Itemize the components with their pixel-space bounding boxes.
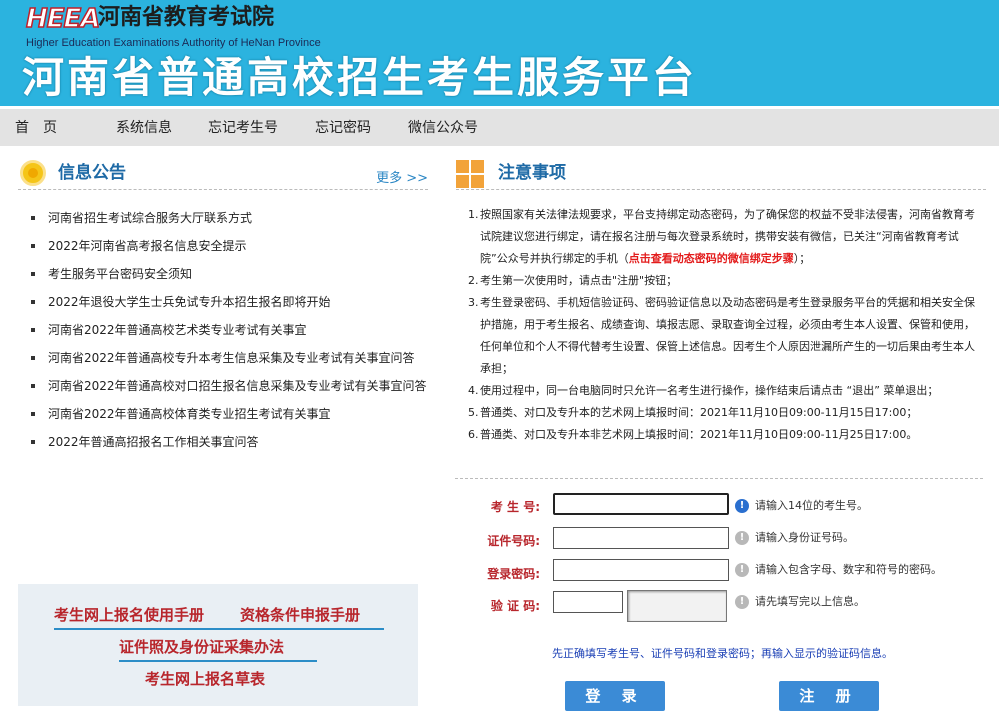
link-underline bbox=[54, 628, 384, 630]
captcha-input[interactable] bbox=[553, 591, 623, 613]
org-name: 河南省教育考试院 bbox=[98, 5, 275, 30]
exam-no-hint: ! 请输入14位的考生号。 bbox=[735, 498, 868, 514]
announcements-title: 信息公告 bbox=[58, 163, 126, 183]
grid-icon bbox=[456, 160, 484, 188]
list-item[interactable]: 河南省2022年普通高校体育类专业招生考试有关事宜 bbox=[18, 400, 428, 428]
org-name-en: Higher Education Examinations Authority … bbox=[26, 37, 321, 49]
sun-icon bbox=[20, 160, 46, 186]
exam-no-input[interactable] bbox=[553, 493, 729, 515]
header-banner: HEEA 河南省教育考试院 Higher Education Examinati… bbox=[0, 0, 999, 106]
notice-item: 6. 普通类、对口及专升本非艺术网上填报时间：2021年11月10日09:00-1… bbox=[468, 428, 918, 441]
captcha-hint: ! 请先填写完以上信息。 bbox=[735, 594, 865, 610]
password-hint: ! 请输入包含字母、数字和符号的密码。 bbox=[735, 562, 942, 578]
id-label: 证件号码: bbox=[487, 534, 540, 548]
logo-text: HEEA bbox=[25, 3, 101, 35]
wechat-binding-steps-link[interactable]: 点击查看动态密码的微信绑定步骤 bbox=[629, 252, 794, 265]
notice-item: 5. 普通类、对口及专升本的艺术网上填报时间：2021年11月10日09:00-1… bbox=[468, 406, 918, 419]
notice-list: 1. 按照国家有关法律法规要求，平台支持绑定动态密码，为了确保您的权益不受非法侵害… bbox=[468, 204, 978, 446]
password-label: 登录密码: bbox=[487, 567, 540, 581]
nav-home[interactable]: 首 页 bbox=[15, 109, 57, 147]
announcement-list: 河南省招生考试综合服务大厅联系方式 2022年河南省高考报名信息安全提示 考生服… bbox=[18, 204, 428, 456]
id-hint: ! 请输入身份证号码。 bbox=[735, 530, 854, 546]
nav-forgot-exam-no[interactable]: 忘记考生号 bbox=[208, 109, 278, 147]
draft-form-link[interactable]: 考生网上报名草表 bbox=[145, 668, 265, 689]
more-link[interactable]: 更多 >> bbox=[376, 167, 428, 186]
main-nav: 首 页 系统信息 忘记考生号 忘记密码 微信公众号 bbox=[0, 108, 999, 146]
list-item[interactable]: 2022年河南省高考报名信息安全提示 bbox=[18, 232, 428, 260]
info-icon: ! bbox=[735, 595, 749, 609]
password-input[interactable] bbox=[553, 559, 729, 581]
notice-item: 4. 使用过程中，同一台电脑同时只允许一名考生进行操作，操作结束后请点击 “退出”… bbox=[468, 384, 939, 397]
login-button[interactable]: 登 录 bbox=[565, 681, 665, 711]
photo-method-link[interactable]: 证件照及身份证采集办法 bbox=[119, 636, 284, 657]
heea-logo: HEEA bbox=[25, 3, 101, 35]
info-icon: ! bbox=[735, 563, 749, 577]
platform-title: 河南省普通高校招生考生服务平台 bbox=[22, 53, 698, 102]
info-icon: ! bbox=[735, 531, 749, 545]
id-number-input[interactable] bbox=[553, 527, 729, 549]
announcements-heading: 信息公告 更多 >> bbox=[18, 158, 428, 190]
form-divider bbox=[455, 478, 983, 479]
list-item[interactable]: 河南省2022年普通高校对口招生报名信息采集及专业考试有关事宜问答 bbox=[18, 372, 428, 400]
user-manual-link[interactable]: 考生网上报名使用手册 bbox=[54, 604, 204, 625]
list-item[interactable]: 考生服务平台密码安全须知 bbox=[18, 260, 428, 288]
notice-item: 2. 考生第一次使用时，请点击"注册"按钮； bbox=[468, 274, 678, 287]
notice-divider bbox=[456, 189, 986, 190]
list-item[interactable]: 河南省2022年普通高校艺术类专业考试有关事宜 bbox=[18, 316, 428, 344]
captcha-label: 验 证 码: bbox=[490, 599, 540, 613]
list-item[interactable]: 2022年普通高招报名工作相关事宜问答 bbox=[18, 428, 428, 456]
notice-title: 注意事项 bbox=[498, 163, 566, 183]
qualification-manual-link[interactable]: 资格条件申报手册 bbox=[240, 604, 360, 625]
info-icon: ! bbox=[735, 499, 749, 513]
nav-forgot-password[interactable]: 忘记密码 bbox=[315, 109, 371, 147]
list-item[interactable]: 河南省招生考试综合服务大厅联系方式 bbox=[18, 204, 428, 232]
link-underline bbox=[119, 660, 317, 662]
nav-wechat[interactable]: 微信公众号 bbox=[408, 109, 478, 147]
form-tip: 先正确填写考生号、证件号码和登录密码；再输入显示的验证码信息。 bbox=[552, 647, 893, 660]
exam-no-label: 考 生 号: bbox=[490, 500, 540, 514]
list-item[interactable]: 2022年退役大学生士兵免试专升本招生报名即将开始 bbox=[18, 288, 428, 316]
nav-system-info[interactable]: 系统信息 bbox=[116, 109, 172, 147]
notice-item: 1. 按照国家有关法律法规要求，平台支持绑定动态密码，为了确保您的权益不受非法侵害… bbox=[468, 208, 975, 265]
notice-item: 3. 考生登录密码、手机短信验证码、密码验证信息以及动态密码是考生登录服务平台的凭… bbox=[468, 296, 975, 375]
list-item[interactable]: 河南省2022年普通高校专升本考生信息采集及专业考试有关事宜问答 bbox=[18, 344, 428, 372]
captcha-image[interactable] bbox=[627, 590, 727, 622]
announcements-header: 信息公告 更多 >> bbox=[18, 158, 428, 190]
manual-links-panel: 考生网上报名使用手册 资格条件申报手册 证件照及身份证采集办法 考生网上报名草表 bbox=[18, 584, 418, 706]
register-button[interactable]: 注 册 bbox=[779, 681, 879, 711]
